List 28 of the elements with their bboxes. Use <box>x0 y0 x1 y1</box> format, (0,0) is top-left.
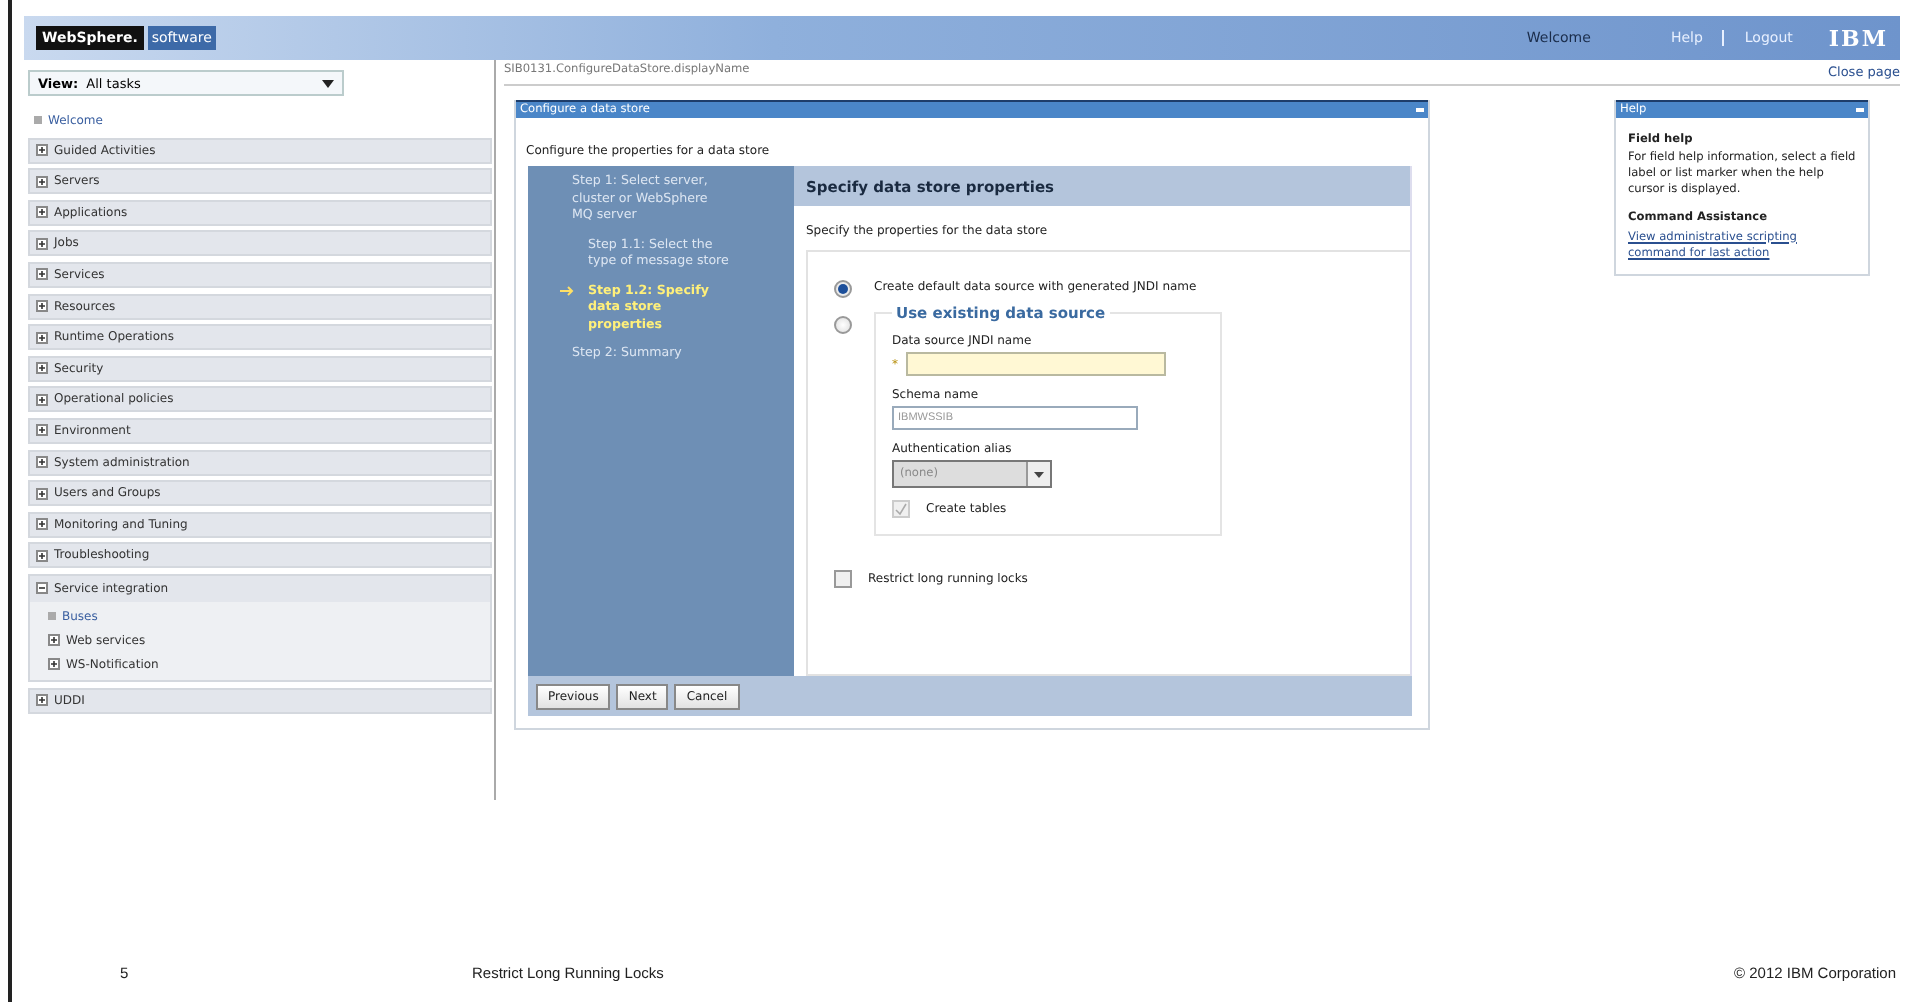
expand-icon[interactable] <box>36 518 48 531</box>
expand-icon[interactable] <box>48 658 60 671</box>
dropdown-arrow-icon <box>1034 471 1044 477</box>
expand-icon[interactable] <box>36 549 48 562</box>
expand-icon[interactable] <box>48 634 60 647</box>
expand-icon[interactable] <box>36 456 48 469</box>
expand-icon[interactable] <box>36 331 48 344</box>
radio-button[interactable] <box>834 280 852 298</box>
arrow-icon <box>560 285 574 295</box>
expand-icon[interactable] <box>36 268 48 281</box>
expand-icon[interactable] <box>36 487 48 500</box>
expand-icon[interactable] <box>36 144 48 157</box>
input-field[interactable] <box>906 352 1166 376</box>
expand-icon[interactable] <box>36 237 48 250</box>
radio-button[interactable] <box>834 316 852 334</box>
bullet-icon <box>48 612 56 621</box>
bullet-icon <box>34 116 42 124</box>
expand-icon[interactable] <box>36 300 48 313</box>
expand-icon[interactable] <box>36 393 48 406</box>
expand-icon[interactable] <box>36 424 48 437</box>
expand-icon[interactable] <box>36 362 48 375</box>
checkbox[interactable] <box>834 570 852 588</box>
company-logo: IBM <box>1828 25 1888 51</box>
expand-icon[interactable] <box>36 694 48 706</box>
collapse-icon[interactable] <box>36 582 48 595</box>
expand-icon[interactable] <box>36 206 48 219</box>
expand-icon[interactable] <box>36 175 48 188</box>
dropdown-arrow-icon <box>322 79 334 87</box>
